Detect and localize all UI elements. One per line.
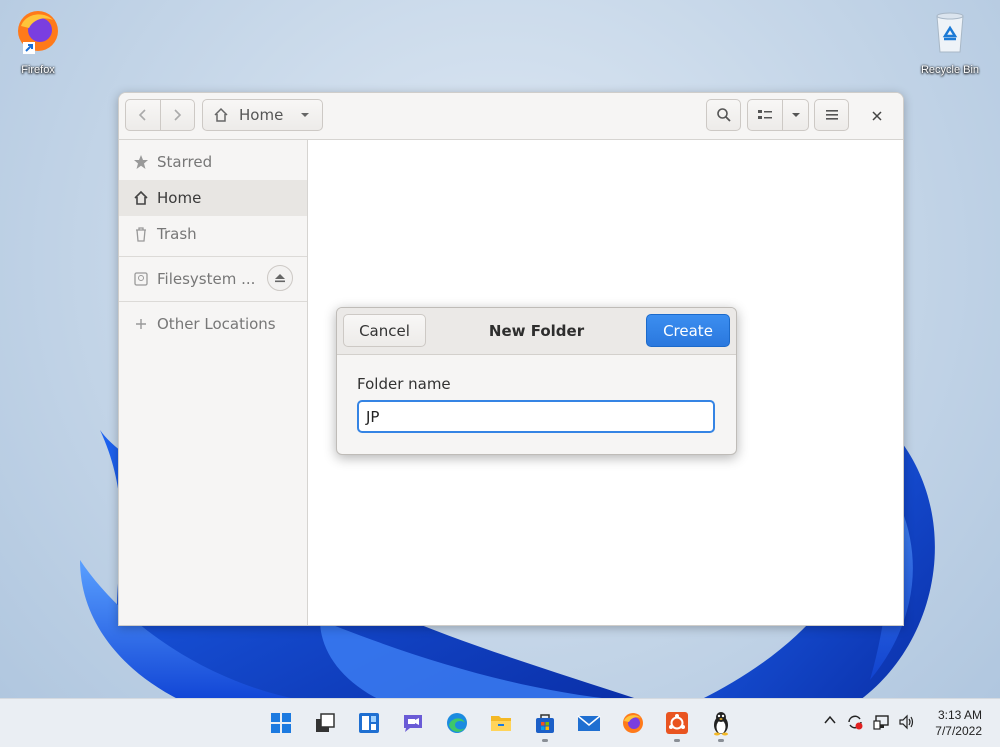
task-view-button[interactable]: [313, 711, 337, 735]
view-options-dropdown[interactable]: [783, 100, 808, 130]
show-hidden-icons-button[interactable]: [823, 713, 837, 731]
sidebar-separator: [119, 256, 307, 257]
clock-date: 7/7/2022: [935, 724, 982, 738]
sidebar-item-label: Other Locations: [157, 315, 276, 333]
taskbar: 3:13 AM 7/7/2022: [0, 698, 1000, 747]
eject-button[interactable]: [267, 265, 293, 291]
desktop-icon-label: Recycle Bin: [920, 64, 980, 76]
navigation-buttons: [125, 99, 195, 131]
create-button[interactable]: Create: [646, 314, 730, 347]
folder-name-input[interactable]: JP: [357, 400, 715, 433]
sidebar-item-label: Trash: [157, 225, 197, 243]
network-icon: [873, 715, 889, 730]
list-view-button[interactable]: [748, 100, 783, 130]
mail-button[interactable]: [577, 711, 601, 735]
chat-icon: [404, 715, 422, 732]
desktop-icon-label: Firefox: [21, 64, 55, 76]
firefox-icon: [18, 11, 58, 54]
path-bar-home-button[interactable]: Home: [202, 99, 323, 131]
sync-status-button[interactable]: [846, 713, 864, 735]
chevron-left-icon: [138, 109, 146, 121]
sidebar-separator: [119, 301, 307, 302]
firefox-icon: [623, 713, 643, 733]
sidebar-item-other-locations[interactable]: Other Locations: [119, 306, 307, 342]
chevron-up-icon: [824, 715, 836, 724]
task-view-icon: [316, 713, 335, 732]
hamburger-menu-icon: [825, 110, 838, 120]
search-button[interactable]: [706, 99, 741, 131]
edge-icon: [447, 713, 467, 733]
dropdown-arrow-icon: [301, 113, 310, 117]
home-icon: [214, 107, 228, 122]
clock[interactable]: 3:13 AM 7/7/2022: [935, 707, 982, 739]
search-icon: [716, 108, 731, 122]
desktop-icon-recycle-bin[interactable]: Recycle Bin: [915, 6, 985, 76]
places-sidebar: Starred Home Trash Filesystem ... Other …: [119, 140, 308, 625]
clock-time: 3:13 AM: [937, 708, 982, 722]
sidebar-item-label: Starred: [157, 153, 213, 171]
forward-button[interactable]: [161, 100, 195, 130]
sidebar-item-starred[interactable]: Starred: [119, 144, 307, 180]
sidebar-item-label: Home: [157, 189, 202, 207]
eject-icon: [275, 274, 285, 283]
file-explorer-icon: [491, 716, 511, 731]
folder-name-label: Folder name: [357, 375, 451, 393]
network-button[interactable]: [873, 713, 891, 735]
sidebar-item-filesystem[interactable]: Filesystem ...: [119, 261, 307, 297]
start-button[interactable]: [269, 711, 293, 735]
sidebar-item-label: Filesystem ...: [157, 270, 256, 288]
close-window-button[interactable]: [867, 106, 887, 126]
mail-icon: [577, 715, 601, 731]
edge-button[interactable]: [445, 711, 469, 735]
view-options: [747, 99, 809, 131]
folder-name-value: JP: [366, 407, 380, 426]
chat-button[interactable]: [401, 711, 425, 735]
widgets-icon: [359, 713, 379, 733]
start-icon: [271, 713, 291, 733]
running-indicator: [718, 739, 724, 742]
chevron-down-icon: [791, 113, 800, 117]
ubuntu-icon: [666, 712, 688, 734]
recycle-bin-icon: [936, 12, 964, 53]
volume-icon: [899, 714, 914, 730]
list-view-icon: [758, 110, 772, 119]
store-icon: [536, 714, 554, 733]
ubuntu-button[interactable]: [665, 711, 689, 735]
path-bar-label: Home: [239, 106, 284, 124]
new-folder-dialog: Cancel New Folder Create Folder name JP: [336, 307, 737, 455]
drive-icon: [134, 272, 148, 286]
store-button[interactable]: [533, 711, 557, 735]
star-icon: [134, 155, 148, 169]
running-indicator: [542, 739, 548, 742]
firefox-button[interactable]: [621, 711, 645, 735]
file-explorer-button[interactable]: [489, 711, 513, 735]
volume-button[interactable]: [898, 713, 916, 735]
back-button[interactable]: [126, 100, 161, 130]
sidebar-item-trash[interactable]: Trash: [119, 216, 307, 252]
running-indicator: [674, 739, 680, 742]
trash-icon: [136, 227, 146, 242]
widgets-button[interactable]: [357, 711, 381, 735]
desktop-icon-firefox[interactable]: Firefox: [3, 6, 73, 76]
dialog-header: Cancel New Folder Create: [337, 308, 736, 355]
plus-icon: [136, 319, 146, 329]
sync-error-icon: [848, 715, 863, 730]
linux-button[interactable]: [709, 711, 733, 736]
close-icon: [872, 111, 882, 121]
linux-penguin-icon: [714, 712, 728, 736]
main-menu-button[interactable]: [814, 99, 849, 131]
header-bar: Home: [119, 93, 903, 140]
sidebar-item-home[interactable]: Home: [119, 180, 307, 216]
chevron-right-icon: [174, 109, 182, 121]
home-icon: [134, 190, 148, 205]
